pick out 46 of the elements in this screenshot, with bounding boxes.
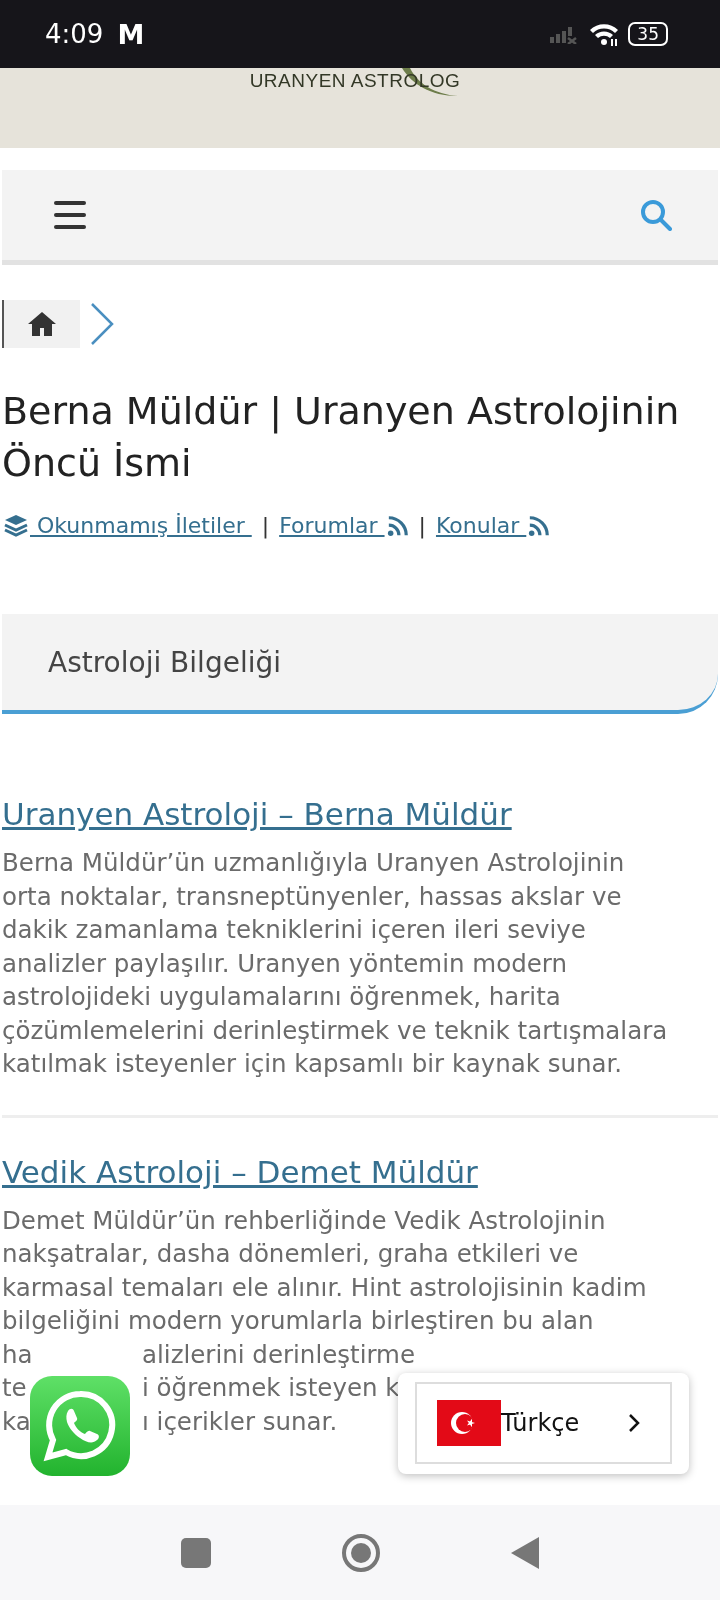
battery-icon: 35 [628, 22, 668, 46]
layers-icon [4, 514, 28, 537]
notification-icon: M [117, 18, 145, 50]
clock-time: 4:09 [45, 19, 104, 49]
paragraph-text: çözümlemelerini derinleştirmek ve teknik tartışmalara [2, 1014, 668, 1047]
post-title-link[interactable]: Vedik Astroloji – Demet Müldür [2, 1153, 478, 1190]
rss-icon [528, 514, 551, 537]
wifi-icon [588, 21, 621, 47]
paragraph-text: Berna Müldür’ün uzmanlığıyla Uranyen Astrolojinin [2, 847, 625, 879]
paragraph-text: Demet Müldür’ün rehberliğinde Vedik Astrolojinin [2, 1204, 606, 1237]
flag-icon [437, 1400, 501, 1446]
paragraph-text: orta noktalar, transneptünyenler, hassas akslar ve [2, 880, 622, 913]
paragraph-text: bilgeliğini modern yorumlarla birleştiren bu alan [2, 1305, 594, 1337]
paragraph-text: ha [2, 1338, 33, 1371]
post-title-link[interactable]: Uranyen Astroloji – Berna Müldür [2, 796, 512, 832]
paragraph-text: ka [2, 1405, 31, 1438]
paragraph-text: ı içerikler sunar. [142, 1405, 338, 1438]
separator: | [261, 513, 270, 538]
home-breadcrumb[interactable] [2, 300, 80, 348]
rss-icon [386, 514, 409, 537]
menu-icon[interactable] [54, 201, 86, 229]
back-icon[interactable] [511, 1536, 539, 1569]
chevron-right-icon [628, 1413, 640, 1433]
recents-icon[interactable] [181, 1537, 211, 1568]
paragraph-text: nakşatralar, dasha dönemleri, graha etkileri ve [2, 1238, 579, 1270]
forum-link[interactable]: Okunmamış İletiler [4, 513, 252, 538]
paragraph-text: karmasal temaları ele alınır. Hint astrolojisinin kadim [2, 1271, 647, 1304]
home-button-icon[interactable] [341, 1532, 381, 1573]
paragraph-text: astrolojideki uygulamalarını öğrenmek, harita [2, 981, 561, 1013]
paragraph-text: i öğrenmek isteyen k [142, 1372, 400, 1404]
page-title: Berna Müldür | Uranyen Astrolojinin Öncü İsmi [2, 388, 681, 487]
paragraph-text: analizler paylaşılır. Uranyen yöntemin modern [2, 947, 567, 980]
section-heading: Astroloji Bilgeliği [48, 645, 281, 679]
language-selector[interactable]: Türkçe [415, 1382, 672, 1464]
chevron-icon [90, 302, 114, 346]
separator: | [418, 513, 426, 538]
forum-link[interactable]: Forumlar [279, 513, 409, 538]
forum-link[interactable]: Konular [435, 513, 551, 538]
language-label: Türkçe [501, 1409, 580, 1437]
home-icon [27, 311, 57, 337]
paragraph-text: dakik zamanlama tekniklerini içeren ileri seviye [2, 914, 586, 946]
paragraph-text: alizlerini derinleştirme [142, 1338, 416, 1371]
paragraph-text: te [2, 1372, 27, 1404]
whatsapp-icon[interactable] [30, 1376, 130, 1476]
paragraph-text: katılmak isteyenler için kapsamlı bir kaynak sunar. [2, 1048, 623, 1080]
search-icon[interactable] [640, 199, 672, 231]
